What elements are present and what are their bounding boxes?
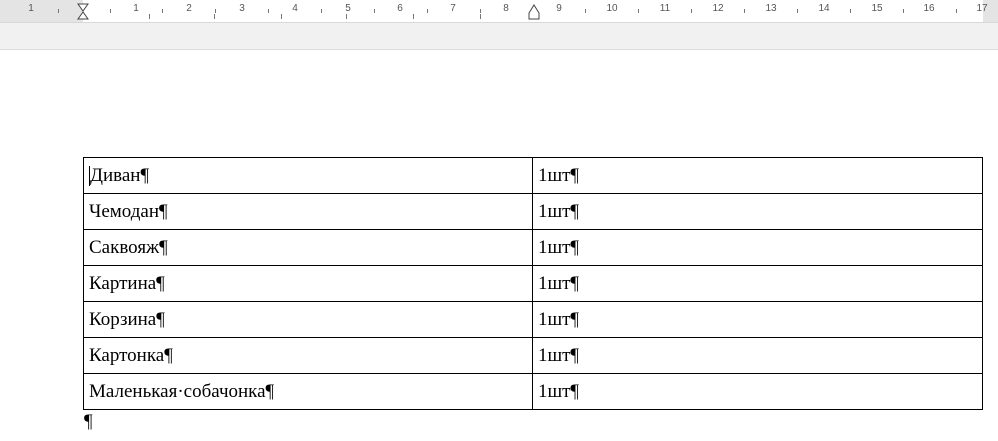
ruler-tick — [268, 9, 269, 13]
tab-stop-marker[interactable] — [480, 14, 481, 19]
ruler-left-margin — [0, 0, 83, 22]
cell-text: 1шт¶ — [538, 308, 580, 330]
cell-text: Картонка¶ — [89, 344, 173, 366]
ruler-tick — [110, 9, 111, 13]
ruler-number: 12 — [712, 3, 724, 14]
ruler-tick — [585, 9, 586, 13]
ruler-number: 14 — [818, 3, 830, 14]
table-cell-item[interactable]: Корзина¶ — [83, 301, 533, 338]
cell-text: Саквояж¶ — [89, 236, 168, 258]
ruler-tick — [797, 9, 798, 13]
table-row[interactable]: Диван¶ 1шт¶ — [83, 157, 983, 194]
table-cell-qty[interactable]: 1шт¶ — [532, 229, 983, 266]
table-row[interactable]: Саквояж¶ 1шт¶ — [83, 229, 983, 266]
table-cell-qty[interactable]: 1шт¶ — [532, 373, 983, 410]
table-row[interactable]: Картина¶ 1шт¶ — [83, 265, 983, 302]
document-table[interactable]: Диван¶ 1шт¶ Чемодан¶ 1шт¶ Саквояж¶ 1шт¶ … — [83, 157, 983, 410]
table-cell-item[interactable]: Маленькая·собачонка¶ — [83, 373, 533, 410]
ruler-number: 9 — [556, 3, 562, 14]
table-cell-item[interactable]: Диван¶ — [83, 157, 533, 194]
ruler-tick — [850, 9, 851, 13]
ruler-tick — [58, 9, 59, 13]
tab-stop-marker[interactable] — [149, 14, 150, 19]
cell-text: Корзина¶ — [89, 308, 165, 330]
column-marker-icon[interactable] — [528, 4, 540, 20]
cell-text: 1шт¶ — [538, 200, 580, 222]
ruler-toolbar-gap — [0, 23, 998, 50]
table-row[interactable]: Маленькая·собачонка¶ 1шт¶ — [83, 373, 983, 410]
ruler-number: 8 — [503, 3, 509, 14]
ruler-tick — [480, 9, 481, 13]
ruler-number: 13 — [765, 3, 777, 14]
cell-text: 1шт¶ — [538, 344, 580, 366]
ruler-number: 1 — [28, 3, 34, 14]
ruler-number: 5 — [345, 3, 351, 14]
ruler-number: 7 — [450, 3, 456, 14]
cell-text: Диван¶ — [90, 164, 150, 186]
ruler-tick — [215, 9, 216, 13]
ruler-number: 15 — [871, 3, 883, 14]
ruler-tick — [321, 9, 322, 13]
ruler-number: 3 — [239, 3, 245, 14]
ruler-number: 16 — [923, 3, 935, 14]
table-cell-item[interactable]: Картонка¶ — [83, 337, 533, 374]
ruler-number: 11 — [659, 3, 671, 14]
table-cell-item[interactable]: Саквояж¶ — [83, 229, 533, 266]
cell-text: 1шт¶ — [538, 380, 580, 402]
ruler-number: 10 — [606, 3, 618, 14]
ruler-number: 17 — [976, 3, 988, 14]
cell-text: Маленькая·собачонка¶ — [89, 380, 275, 402]
ruler-tick — [374, 9, 375, 13]
ruler-tick — [956, 9, 957, 13]
tab-stop-marker[interactable] — [281, 14, 282, 19]
table-cell-item[interactable]: Чемодан¶ — [83, 193, 533, 230]
empty-paragraph[interactable]: ¶ — [84, 411, 93, 433]
cell-text: Чемодан¶ — [89, 200, 168, 222]
tab-stop-marker[interactable] — [413, 14, 414, 19]
table-row[interactable]: Картонка¶ 1шт¶ — [83, 337, 983, 374]
cell-text: 1шт¶ — [538, 272, 580, 294]
table-row[interactable]: Чемодан¶ 1шт¶ — [83, 193, 983, 230]
ruler-tick — [903, 9, 904, 13]
table-cell-qty[interactable]: 1шт¶ — [532, 301, 983, 338]
tab-stop-marker[interactable] — [214, 14, 215, 19]
table-row[interactable]: Корзина¶ 1шт¶ — [83, 301, 983, 338]
ruler-tick — [638, 9, 639, 13]
table-cell-item[interactable]: Картина¶ — [83, 265, 533, 302]
ruler-number: 1 — [133, 3, 139, 14]
tab-stop-marker[interactable] — [346, 14, 347, 19]
table-cell-qty[interactable]: 1шт¶ — [532, 157, 983, 194]
ruler-number: 2 — [186, 3, 192, 14]
ruler-number: 4 — [292, 3, 298, 14]
ruler-tick — [744, 9, 745, 13]
table-cell-qty[interactable]: 1шт¶ — [532, 337, 983, 374]
horizontal-ruler[interactable]: 1 1 2 3 4 5 6 7 8 9 10 11 12 13 14 15 16… — [0, 0, 998, 23]
cell-text: 1шт¶ — [538, 236, 580, 258]
ruler-number: 6 — [397, 3, 403, 14]
ruler-tick — [162, 9, 163, 13]
cell-text: Картина¶ — [89, 272, 165, 294]
cell-text: 1шт¶ — [538, 164, 580, 186]
ruler-tick — [427, 9, 428, 13]
ruler-tick — [691, 9, 692, 13]
table-cell-qty[interactable]: 1шт¶ — [532, 265, 983, 302]
table-cell-qty[interactable]: 1шт¶ — [532, 193, 983, 230]
left-indent-marker-icon[interactable] — [77, 3, 89, 20]
